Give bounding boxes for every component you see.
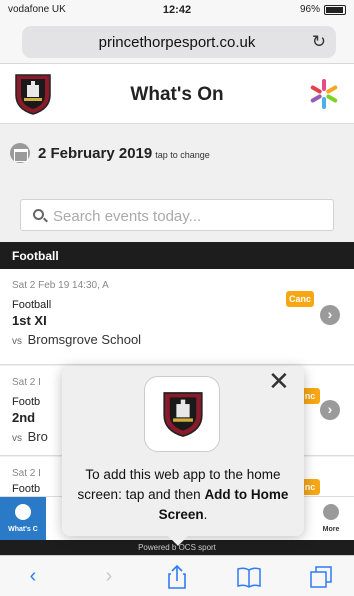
close-icon[interactable]: ✕ bbox=[268, 368, 290, 394]
browser-address-bar: princethorpesport.co.uk ↻ bbox=[0, 20, 354, 64]
bookmarks-icon[interactable] bbox=[234, 564, 264, 590]
app-header: What's On bbox=[0, 64, 354, 124]
tab-label: What's C bbox=[8, 526, 38, 533]
chevron-right-icon[interactable]: › bbox=[320, 305, 340, 325]
url-text: princethorpesport.co.uk bbox=[98, 34, 256, 51]
event-opponent: vs Bromsgrove School bbox=[12, 332, 142, 347]
page-title: What's On bbox=[130, 84, 224, 105]
calendar-tab-icon bbox=[15, 504, 31, 520]
section-header-football: Football bbox=[0, 242, 354, 269]
calendar-icon bbox=[10, 143, 30, 163]
popup-message: To add this web app to the home screen: … bbox=[77, 467, 289, 522]
tab-whats-on[interactable]: What's C bbox=[0, 497, 46, 541]
add-to-home-screen-popup: ✕ To add this web app to the home screen… bbox=[62, 366, 304, 536]
share-icon[interactable] bbox=[162, 564, 192, 590]
event-datetime: Sat 2 I bbox=[12, 377, 41, 388]
battery-percent: 96% bbox=[299, 4, 320, 15]
app-icon-preview bbox=[144, 376, 220, 452]
event-team: 1st XI bbox=[12, 313, 47, 328]
event-datetime: Sat 2 Feb 19 14:30, A bbox=[12, 280, 109, 291]
forward-icon[interactable]: › bbox=[94, 564, 124, 590]
event-opponent: vs Bro bbox=[12, 429, 48, 444]
tab-more[interactable]: More bbox=[308, 497, 354, 541]
date-hint: tap to change bbox=[155, 150, 210, 160]
battery-icon bbox=[324, 4, 346, 15]
event-sport: Footb bbox=[12, 396, 41, 408]
status-bar: vodafone UK 12:42 96% bbox=[0, 0, 354, 20]
back-icon[interactable]: ‹ bbox=[18, 564, 48, 590]
search-icon bbox=[33, 209, 44, 220]
menu-icon bbox=[323, 504, 339, 520]
reload-icon[interactable]: ↻ bbox=[312, 32, 326, 52]
ocs-pinwheel-logo-icon bbox=[310, 79, 338, 109]
event-datetime: Sat 2 I bbox=[12, 468, 41, 479]
url-field[interactable]: princethorpesport.co.uk ↻ bbox=[22, 26, 336, 58]
chevron-right-icon[interactable]: › bbox=[320, 400, 340, 420]
search-input[interactable] bbox=[53, 206, 323, 226]
school-crest-icon bbox=[163, 392, 203, 437]
battery-indicator: 96% bbox=[300, 4, 346, 15]
date-selector[interactable]: 2 February 2019 tap to change bbox=[0, 134, 354, 178]
cancelled-badge: Canc bbox=[286, 291, 314, 307]
tabs-icon[interactable] bbox=[306, 564, 336, 590]
event-row[interactable]: Sat 2 Feb 19 14:30, A Football 1st XI vs… bbox=[0, 269, 354, 365]
event-sport: Footb bbox=[12, 483, 41, 495]
event-team: 2nd bbox=[12, 410, 36, 425]
tab-label: More bbox=[322, 526, 340, 533]
search-box[interactable] bbox=[20, 199, 334, 231]
event-sport: Football bbox=[12, 299, 52, 311]
selected-date: 2 February 2019 tap to change bbox=[38, 145, 210, 162]
browser-toolbar: ‹ › bbox=[0, 555, 354, 596]
